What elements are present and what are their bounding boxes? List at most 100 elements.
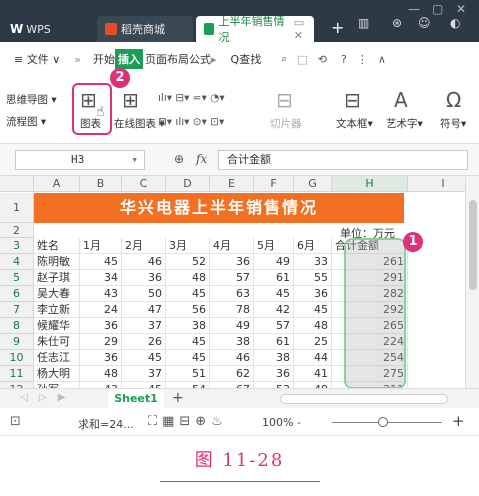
tab-page-layout[interactable]: 页面布局 [145, 49, 189, 69]
table-cell[interactable]: 48 [294, 318, 332, 334]
table-cell[interactable]: 杨大明 [34, 366, 80, 382]
row-header-3[interactable]: 3 [0, 238, 34, 254]
search-button[interactable]: Q查找 [231, 51, 262, 67]
mind-map-button[interactable]: 思维导图 ▾ [6, 92, 57, 107]
column-heading-cell[interactable]: 姓名 [34, 238, 80, 254]
tab-wps[interactable]: W WPS [10, 16, 94, 42]
fx-icon[interactable]: fx [196, 152, 207, 166]
table-cell[interactable]: 38 [254, 350, 294, 366]
column-heading-cell[interactable]: 6月 [294, 238, 332, 254]
table-cell[interactable]: 45 [166, 350, 210, 366]
table-cell[interactable]: 26 [122, 334, 166, 350]
table-cell[interactable]: 62 [210, 366, 254, 382]
sheet-nav-arrows[interactable]: ◁ ▷ ▶ [20, 392, 69, 403]
column-heading-cell[interactable]: 3月 [166, 238, 210, 254]
table-cell[interactable]: 45 [294, 302, 332, 318]
table-cell[interactable]: 任志江 [34, 350, 80, 366]
formula-input[interactable]: 合计金额 [218, 150, 468, 170]
table-cell[interactable]: 61 [254, 334, 294, 350]
row-header-2[interactable]: 2 [0, 223, 34, 238]
table-cell[interactable]: 45 [80, 254, 122, 270]
close-button[interactable]: ✕ [456, 2, 466, 16]
status-mode-icon[interactable]: ⊡ [10, 414, 21, 429]
table-cell[interactable]: 48 [166, 270, 210, 286]
column-header-g[interactable]: G [294, 176, 332, 192]
column-header-a[interactable]: A [34, 176, 80, 192]
table-cell[interactable]: 24 [80, 302, 122, 318]
tab-document[interactable]: 上半年销售情况 ▭ ✕ [196, 15, 314, 44]
share-doc-icon[interactable]: ⌕ [281, 52, 287, 66]
table-cell[interactable]: 34 [80, 270, 122, 286]
table-cell[interactable]: 38 [210, 334, 254, 350]
table-cell[interactable]: 36 [210, 254, 254, 270]
sheet-tab-sheet1[interactable]: Sheet1 [108, 389, 164, 409]
column-header-c[interactable]: C [122, 176, 166, 192]
row-header-5[interactable]: 5 [0, 270, 34, 286]
table-cell[interactable]: 45 [166, 286, 210, 302]
table-cell[interactable]: 41 [294, 366, 332, 382]
table-cell[interactable]: 36 [80, 350, 122, 366]
table-cell[interactable]: 25 [294, 334, 332, 350]
maximize-button[interactable]: ▢ [432, 2, 443, 16]
table-cell[interactable]: 42 [254, 302, 294, 318]
file-menu[interactable]: ≡ 文件 ∨ [14, 51, 60, 67]
view-mode-icons[interactable]: ⛶▦⊟⊕♨ [148, 414, 228, 429]
table-cell[interactable]: 陈明敏 [34, 254, 80, 270]
table-cell[interactable]: 29 [80, 334, 122, 350]
row-header-9[interactable]: 9 [0, 334, 34, 350]
column-header-f[interactable]: F [254, 176, 294, 192]
horizontal-scrollbar[interactable] [280, 394, 448, 404]
close-tab-icon[interactable]: ▭ ✕ [294, 16, 314, 42]
user-icon[interactable]: ☺ [418, 16, 431, 30]
tab-docer-store[interactable]: 稻壳商城 [97, 16, 193, 42]
column-heading-cell[interactable]: 5月 [254, 238, 294, 254]
table-cell[interactable]: 45 [122, 350, 166, 366]
select-all-corner[interactable] [0, 176, 34, 192]
column-header-d[interactable]: D [166, 176, 210, 192]
table-cell[interactable]: 候耀华 [34, 318, 80, 334]
table-cell[interactable]: 38 [166, 318, 210, 334]
column-header-e[interactable]: E [210, 176, 254, 192]
table-cell[interactable]: 37 [122, 366, 166, 382]
zoom-in-button[interactable]: + [452, 412, 465, 430]
table-cell[interactable]: 吴大春 [34, 286, 80, 302]
avatar[interactable]: ◐ [450, 16, 460, 30]
table-cell[interactable]: 55 [294, 270, 332, 286]
bar-chart-icon[interactable]: ılı▾ ⊟▾ ⋍▾ ◔▾ [158, 92, 225, 104]
table-cell[interactable]: 33 [294, 254, 332, 270]
more-options-icon[interactable]: ⋮ [357, 53, 368, 66]
table-cell[interactable]: 78 [210, 302, 254, 318]
table-cell[interactable]: 56 [166, 302, 210, 318]
table-cell[interactable]: 37 [122, 318, 166, 334]
table-cell[interactable]: 57 [210, 270, 254, 286]
column-heading-cell[interactable]: 4月 [210, 238, 254, 254]
table-cell[interactable]: 49 [210, 318, 254, 334]
table-cell[interactable]: 45 [166, 334, 210, 350]
add-sheet-button[interactable]: + [172, 390, 184, 406]
column-header-b[interactable]: B [80, 176, 122, 192]
history-icon[interactable]: ⬚ [297, 53, 307, 66]
row-header-1[interactable]: 1 [0, 193, 34, 223]
minimize-button[interactable]: — [408, 2, 420, 16]
vertical-scrollbar[interactable] [465, 176, 479, 388]
tab-home[interactable]: 开始 [93, 49, 115, 69]
table-cell[interactable]: 50 [122, 286, 166, 302]
table-cell[interactable]: 44 [294, 350, 332, 366]
tab-more-icon[interactable]: ▸ [211, 53, 217, 66]
collapse-ribbon-icon[interactable]: ∧ [378, 53, 386, 66]
table-cell[interactable]: 47 [122, 302, 166, 318]
table-cell[interactable]: 52 [166, 254, 210, 270]
table-cell[interactable]: 李立新 [34, 302, 80, 318]
row-header-8[interactable]: 8 [0, 318, 34, 334]
chevron-down-icon[interactable]: ▾ [131, 151, 138, 169]
symbol-button[interactable]: 符号▾ [440, 116, 466, 131]
spreadsheet-grid[interactable]: ABCDEFGHI123456789101112华兴电器上半年销售情况单位：万元… [0, 176, 479, 398]
table-cell[interactable]: 36 [122, 270, 166, 286]
table-cell[interactable]: 57 [254, 318, 294, 334]
word-art-button[interactable]: 艺术字▾ [386, 116, 423, 131]
zoom-slider-handle[interactable] [378, 417, 388, 427]
row-header-11[interactable]: 11 [0, 366, 34, 382]
table-cell[interactable]: 36 [80, 318, 122, 334]
textbox-button[interactable]: 文本框▾ [336, 116, 373, 131]
layout-icon[interactable]: ▥ [358, 16, 369, 30]
